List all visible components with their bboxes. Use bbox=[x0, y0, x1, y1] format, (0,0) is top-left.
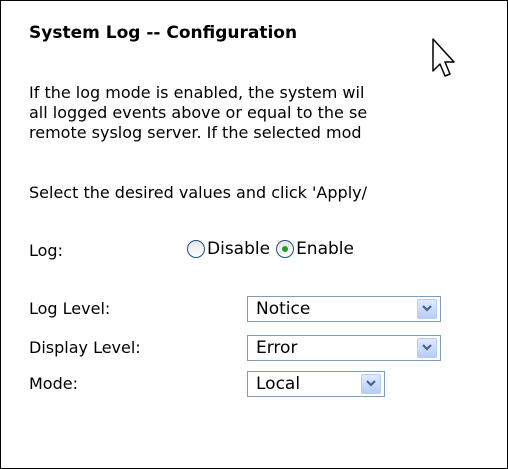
mode-select[interactable]: Local bbox=[247, 371, 385, 397]
chevron-down-icon bbox=[422, 305, 432, 312]
log-label: Log: bbox=[29, 241, 63, 260]
log-radio-group: Disable Enable bbox=[187, 239, 360, 259]
log-enable-label[interactable]: Enable bbox=[296, 239, 354, 259]
instruction-text: Select the desired values and click 'App… bbox=[29, 183, 367, 202]
log-enable-radio[interactable] bbox=[276, 240, 295, 258]
display-level-dropdown-button[interactable] bbox=[417, 338, 437, 358]
description-line: all logged events above or equal to the … bbox=[29, 103, 368, 122]
log-level-label: Log Level: bbox=[29, 299, 111, 318]
description-line: remote syslog server. If the selected mo… bbox=[29, 123, 362, 142]
log-level-dropdown-button[interactable] bbox=[417, 299, 437, 319]
display-level-label: Display Level: bbox=[29, 338, 141, 357]
description-line: If the log mode is enabled, the system w… bbox=[29, 83, 365, 102]
chevron-down-icon bbox=[366, 380, 376, 387]
log-level-select[interactable]: Notice bbox=[247, 296, 441, 322]
chevron-down-icon bbox=[422, 344, 432, 351]
page-title: System Log -- Configuration bbox=[29, 23, 298, 43]
mode-dropdown-button[interactable] bbox=[361, 374, 381, 394]
log-disable-radio[interactable] bbox=[187, 240, 205, 258]
log-level-value: Notice bbox=[256, 299, 311, 319]
mode-value: Local bbox=[256, 374, 301, 394]
config-panel: System Log -- Configuration If the log m… bbox=[0, 0, 508, 469]
mode-label: Mode: bbox=[29, 374, 78, 393]
description-text: If the log mode is enabled, the system w… bbox=[29, 83, 367, 143]
display-level-value: Error bbox=[256, 338, 298, 358]
log-disable-label[interactable]: Disable bbox=[207, 239, 270, 259]
display-level-select[interactable]: Error bbox=[247, 335, 441, 361]
mouse-pointer-icon bbox=[432, 38, 455, 77]
